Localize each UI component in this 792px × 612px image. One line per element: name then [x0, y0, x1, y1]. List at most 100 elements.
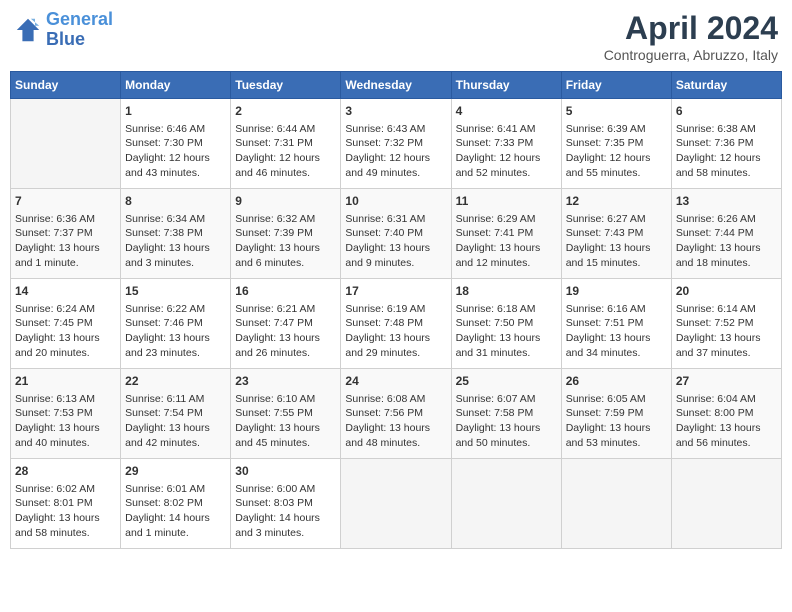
day-info: and 50 minutes.	[456, 436, 557, 451]
day-number: 14	[15, 283, 116, 300]
day-info: Sunset: 7:31 PM	[235, 136, 336, 151]
day-info: Sunset: 8:01 PM	[15, 496, 116, 511]
calendar-cell: 30Sunrise: 6:00 AMSunset: 8:03 PMDayligh…	[231, 459, 341, 549]
day-info: and 12 minutes.	[456, 256, 557, 271]
page-header: General Blue April 2024 Controguerra, Ab…	[10, 10, 782, 63]
day-info: Sunrise: 6:05 AM	[566, 392, 667, 407]
day-number: 21	[15, 373, 116, 390]
day-number: 23	[235, 373, 336, 390]
day-info: Daylight: 13 hours	[456, 331, 557, 346]
day-info: Sunrise: 6:31 AM	[345, 212, 446, 227]
day-info: Sunrise: 6:44 AM	[235, 122, 336, 137]
calendar-cell	[671, 459, 781, 549]
calendar-cell: 2Sunrise: 6:44 AMSunset: 7:31 PMDaylight…	[231, 99, 341, 189]
day-info: Sunrise: 6:27 AM	[566, 212, 667, 227]
calendar-cell: 10Sunrise: 6:31 AMSunset: 7:40 PMDayligh…	[341, 189, 451, 279]
day-info: Sunset: 7:46 PM	[125, 316, 226, 331]
day-info: Sunrise: 6:43 AM	[345, 122, 446, 137]
calendar-cell: 27Sunrise: 6:04 AMSunset: 8:00 PMDayligh…	[671, 369, 781, 459]
day-info: Daylight: 13 hours	[125, 421, 226, 436]
day-header: Friday	[561, 72, 671, 99]
calendar-cell	[451, 459, 561, 549]
day-info: Daylight: 12 hours	[676, 151, 777, 166]
day-number: 15	[125, 283, 226, 300]
day-number: 11	[456, 193, 557, 210]
day-info: Sunset: 7:38 PM	[125, 226, 226, 241]
day-number: 4	[456, 103, 557, 120]
calendar-cell: 5Sunrise: 6:39 AMSunset: 7:35 PMDaylight…	[561, 99, 671, 189]
day-info: Sunrise: 6:08 AM	[345, 392, 446, 407]
day-info: Sunset: 7:40 PM	[345, 226, 446, 241]
calendar-cell: 20Sunrise: 6:14 AMSunset: 7:52 PMDayligh…	[671, 279, 781, 369]
day-info: Sunset: 7:55 PM	[235, 406, 336, 421]
day-info: Sunrise: 6:46 AM	[125, 122, 226, 137]
day-info: Sunrise: 6:36 AM	[15, 212, 116, 227]
location: Controguerra, Abruzzo, Italy	[604, 47, 778, 63]
day-info: and 52 minutes.	[456, 166, 557, 181]
day-info: Daylight: 13 hours	[676, 241, 777, 256]
day-info: and 43 minutes.	[125, 166, 226, 181]
logo: General Blue	[14, 10, 113, 50]
day-info: Sunset: 8:00 PM	[676, 406, 777, 421]
day-info: Daylight: 13 hours	[345, 421, 446, 436]
day-info: and 15 minutes.	[566, 256, 667, 271]
day-info: Daylight: 13 hours	[15, 421, 116, 436]
day-info: Daylight: 12 hours	[235, 151, 336, 166]
day-info: Daylight: 13 hours	[15, 241, 116, 256]
day-info: Sunrise: 6:32 AM	[235, 212, 336, 227]
day-info: and 46 minutes.	[235, 166, 336, 181]
calendar-cell	[561, 459, 671, 549]
day-info: and 58 minutes.	[676, 166, 777, 181]
day-info: Daylight: 13 hours	[676, 421, 777, 436]
day-info: Sunrise: 6:01 AM	[125, 482, 226, 497]
day-number: 1	[125, 103, 226, 120]
day-header: Sunday	[11, 72, 121, 99]
day-info: Sunset: 7:47 PM	[235, 316, 336, 331]
day-info: Sunset: 7:37 PM	[15, 226, 116, 241]
calendar-cell: 6Sunrise: 6:38 AMSunset: 7:36 PMDaylight…	[671, 99, 781, 189]
day-info: Daylight: 13 hours	[566, 241, 667, 256]
day-info: Daylight: 13 hours	[15, 511, 116, 526]
header-row: SundayMondayTuesdayWednesdayThursdayFrid…	[11, 72, 782, 99]
day-info: Daylight: 12 hours	[345, 151, 446, 166]
day-info: Sunset: 8:03 PM	[235, 496, 336, 511]
day-number: 20	[676, 283, 777, 300]
calendar-cell: 4Sunrise: 6:41 AMSunset: 7:33 PMDaylight…	[451, 99, 561, 189]
calendar-cell: 17Sunrise: 6:19 AMSunset: 7:48 PMDayligh…	[341, 279, 451, 369]
calendar-cell: 8Sunrise: 6:34 AMSunset: 7:38 PMDaylight…	[121, 189, 231, 279]
day-info: and 18 minutes.	[676, 256, 777, 271]
day-info: and 40 minutes.	[15, 436, 116, 451]
day-info: and 1 minute.	[15, 256, 116, 271]
calendar-week-row: 7Sunrise: 6:36 AMSunset: 7:37 PMDaylight…	[11, 189, 782, 279]
day-info: Sunrise: 6:11 AM	[125, 392, 226, 407]
title-block: April 2024 Controguerra, Abruzzo, Italy	[604, 10, 778, 63]
day-info: Daylight: 13 hours	[345, 241, 446, 256]
day-info: and 31 minutes.	[456, 346, 557, 361]
day-info: Sunrise: 6:39 AM	[566, 122, 667, 137]
day-number: 25	[456, 373, 557, 390]
calendar-cell: 25Sunrise: 6:07 AMSunset: 7:58 PMDayligh…	[451, 369, 561, 459]
day-info: and 42 minutes.	[125, 436, 226, 451]
calendar-cell: 7Sunrise: 6:36 AMSunset: 7:37 PMDaylight…	[11, 189, 121, 279]
day-info: Sunset: 7:52 PM	[676, 316, 777, 331]
day-info: and 3 minutes.	[235, 526, 336, 541]
day-info: Sunset: 7:53 PM	[15, 406, 116, 421]
calendar-cell: 12Sunrise: 6:27 AMSunset: 7:43 PMDayligh…	[561, 189, 671, 279]
day-info: Daylight: 12 hours	[456, 151, 557, 166]
day-info: Sunrise: 6:29 AM	[456, 212, 557, 227]
day-info: Daylight: 12 hours	[566, 151, 667, 166]
calendar-cell: 21Sunrise: 6:13 AMSunset: 7:53 PMDayligh…	[11, 369, 121, 459]
day-info: Sunrise: 6:24 AM	[15, 302, 116, 317]
day-number: 30	[235, 463, 336, 480]
day-info: Sunset: 7:45 PM	[15, 316, 116, 331]
logo-text: General Blue	[46, 10, 113, 50]
day-info: Daylight: 14 hours	[125, 511, 226, 526]
day-info: Sunrise: 6:07 AM	[456, 392, 557, 407]
day-info: Sunset: 7:44 PM	[676, 226, 777, 241]
day-info: Daylight: 13 hours	[456, 421, 557, 436]
day-info: Sunrise: 6:14 AM	[676, 302, 777, 317]
calendar-week-row: 21Sunrise: 6:13 AMSunset: 7:53 PMDayligh…	[11, 369, 782, 459]
day-info: Sunset: 7:36 PM	[676, 136, 777, 151]
day-info: Sunset: 7:48 PM	[345, 316, 446, 331]
day-info: Daylight: 13 hours	[235, 421, 336, 436]
